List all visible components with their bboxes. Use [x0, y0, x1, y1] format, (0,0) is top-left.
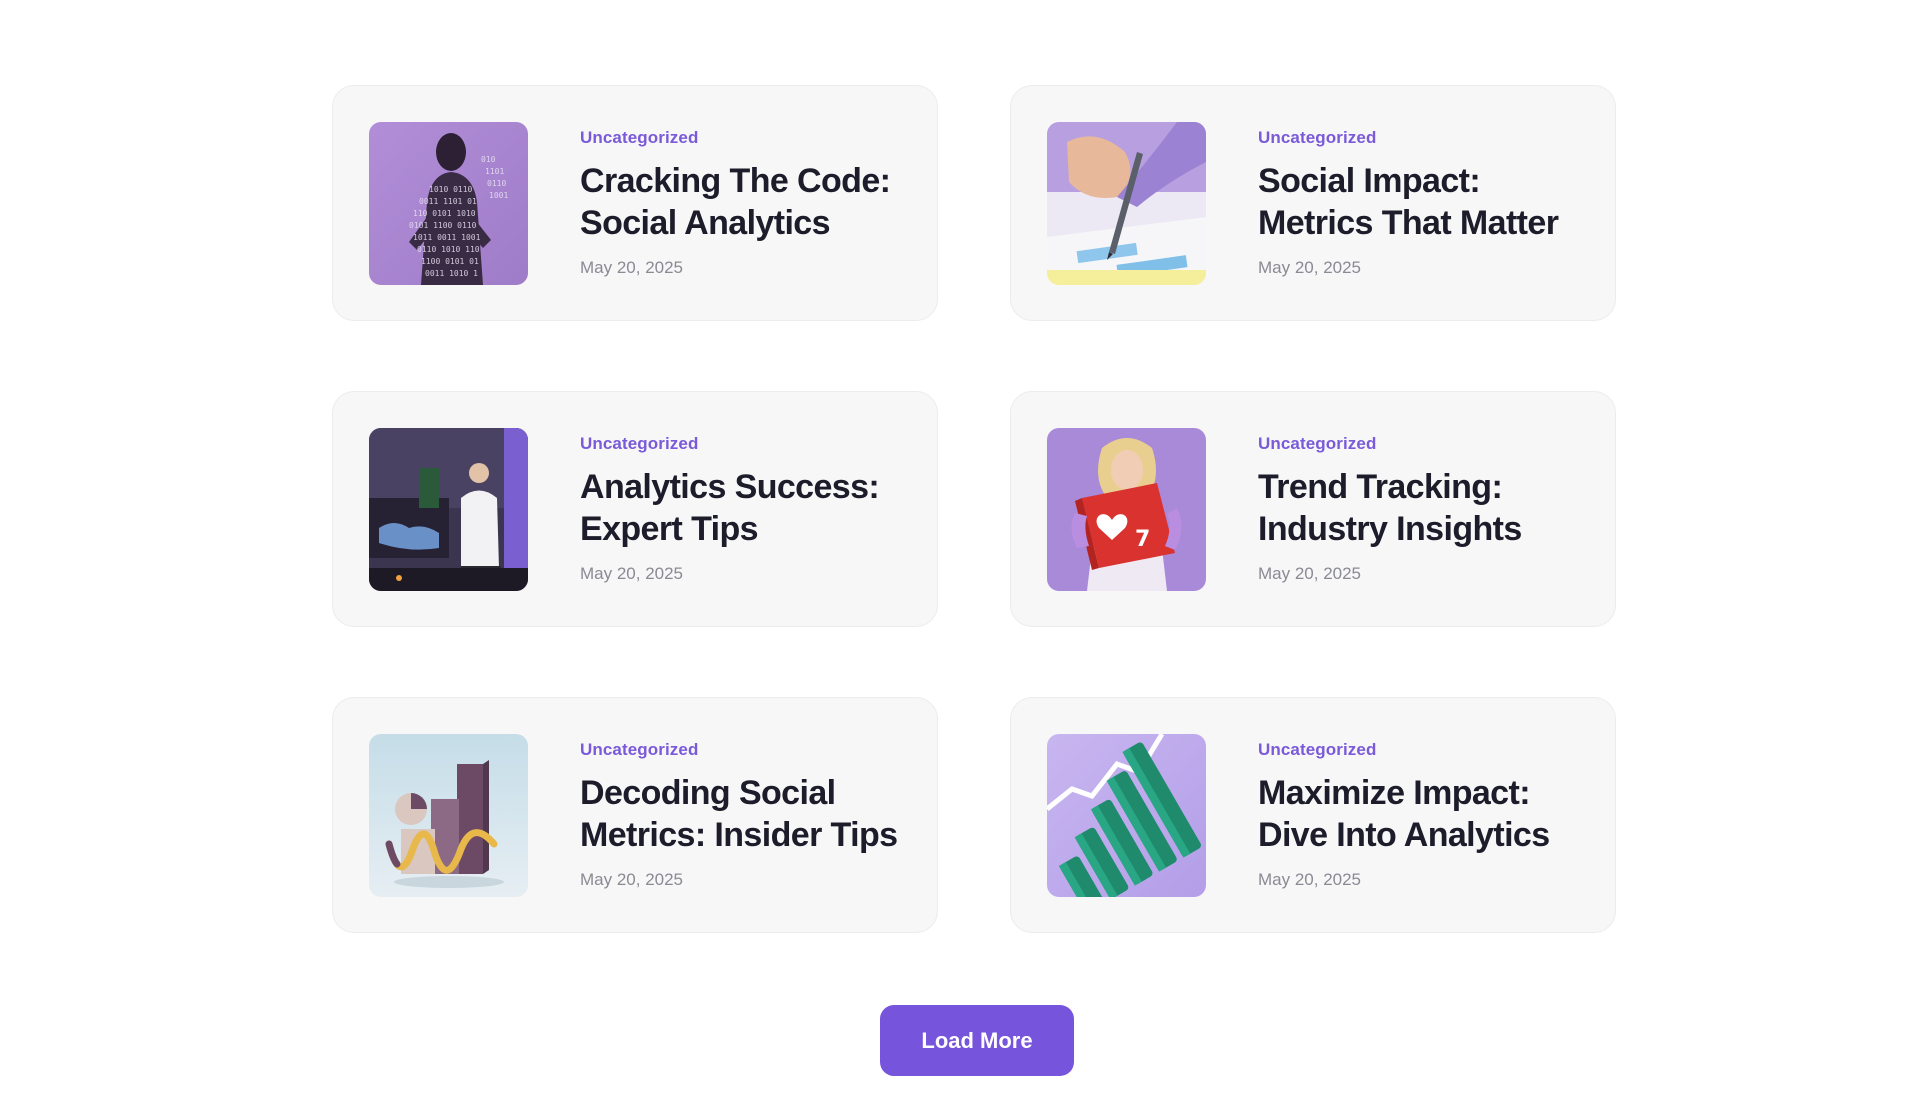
post-title-link[interactable]: Analytics Success: Expert Tips	[580, 466, 901, 550]
post-card[interactable]: Uncategorized Maximize Impact: Dive Into…	[1010, 697, 1616, 933]
post-date: May 20, 2025	[1258, 258, 1362, 277]
post-thumbnail[interactable]	[369, 427, 528, 591]
post-category-link[interactable]: Uncategorized	[1258, 434, 1579, 454]
post-meta: Uncategorized Cracking The Code: Social …	[580, 128, 901, 278]
post-category-link[interactable]: Uncategorized	[1258, 128, 1579, 148]
post-card[interactable]: Uncategorized Analytics Success: Expert …	[332, 391, 938, 627]
svg-text:0110 1010 110: 0110 1010 110	[417, 245, 480, 254]
post-title-link[interactable]: Maximize Impact: Dive Into Analytics	[1258, 772, 1579, 856]
post-thumbnail[interactable]	[369, 733, 528, 897]
binary-projection-woman-photo: 1010 0110 0011 1101 01 110 0101 1010 010…	[369, 121, 528, 285]
green-bars-trend-line-photo	[1047, 733, 1206, 897]
post-title-link[interactable]: Decoding Social Metrics: Insider Tips	[580, 772, 901, 856]
post-thumbnail[interactable]	[1047, 121, 1206, 285]
post-thumbnail[interactable]	[1047, 733, 1206, 897]
post-category-link[interactable]: Uncategorized	[580, 434, 901, 454]
post-title-link[interactable]: Cracking The Code: Social Analytics	[580, 160, 901, 244]
svg-text:1101: 1101	[485, 167, 504, 176]
svg-text:1010 0110: 1010 0110	[429, 185, 473, 194]
post-meta: Uncategorized Trend Tracking: Industry I…	[1258, 434, 1579, 584]
svg-text:0110: 0110	[487, 179, 506, 188]
post-date: May 20, 2025	[580, 258, 684, 277]
svg-text:1100 0101 01: 1100 0101 01	[421, 257, 479, 266]
post-meta: Uncategorized Social Impact: Metrics Tha…	[1258, 128, 1579, 278]
3d-bar-chart-shapes-photo	[369, 733, 528, 897]
post-meta: Uncategorized Analytics Success: Expert …	[580, 434, 901, 584]
post-date: May 20, 2025	[580, 564, 684, 583]
blog-post-grid: 1010 0110 0011 1101 01 110 0101 1010 010…	[332, 85, 1616, 933]
post-thumbnail[interactable]: 7	[1047, 427, 1206, 591]
post-title-link[interactable]: Social Impact: Metrics That Matter	[1258, 160, 1579, 244]
svg-text:0011 1101 01: 0011 1101 01	[419, 197, 477, 206]
svg-text:0101 1100 0110: 0101 1100 0110	[409, 221, 477, 230]
man-at-dashboard-desk-photo	[369, 427, 528, 591]
post-card[interactable]: Uncategorized Social Impact: Metrics Tha…	[1010, 85, 1616, 321]
post-category-link[interactable]: Uncategorized	[580, 128, 901, 148]
post-meta: Uncategorized Maximize Impact: Dive Into…	[1258, 740, 1579, 890]
post-category-link[interactable]: Uncategorized	[1258, 740, 1579, 760]
svg-text:0011 1010 1: 0011 1010 1	[425, 269, 478, 278]
post-card[interactable]: 7 Uncategorized Trend Tracking: Industry…	[1010, 391, 1616, 627]
svg-text:7: 7	[1135, 527, 1150, 552]
woman-holding-like-pinata-photo: 7	[1047, 427, 1206, 591]
svg-text:110 0101 1010: 110 0101 1010	[413, 209, 476, 218]
post-thumbnail[interactable]: 1010 0110 0011 1101 01 110 0101 1010 010…	[369, 121, 528, 285]
post-meta: Uncategorized Decoding Social Metrics: I…	[580, 740, 901, 890]
post-category-link[interactable]: Uncategorized	[580, 740, 901, 760]
post-date: May 20, 2025	[1258, 870, 1362, 889]
post-date: May 20, 2025	[580, 870, 684, 889]
svg-text:1011 0011 1001: 1011 0011 1001	[413, 233, 481, 242]
post-card[interactable]: 1010 0110 0011 1101 01 110 0101 1010 010…	[332, 85, 938, 321]
svg-text:010: 010	[481, 155, 496, 164]
post-title-link[interactable]: Trend Tracking: Industry Insights	[1258, 466, 1579, 550]
post-card[interactable]: Uncategorized Decoding Social Metrics: I…	[332, 697, 938, 933]
svg-text:1001: 1001	[489, 191, 508, 200]
post-date: May 20, 2025	[1258, 564, 1362, 583]
load-more-button[interactable]: Load More	[880, 1005, 1074, 1076]
hand-writing-pen-photo	[1047, 121, 1206, 285]
